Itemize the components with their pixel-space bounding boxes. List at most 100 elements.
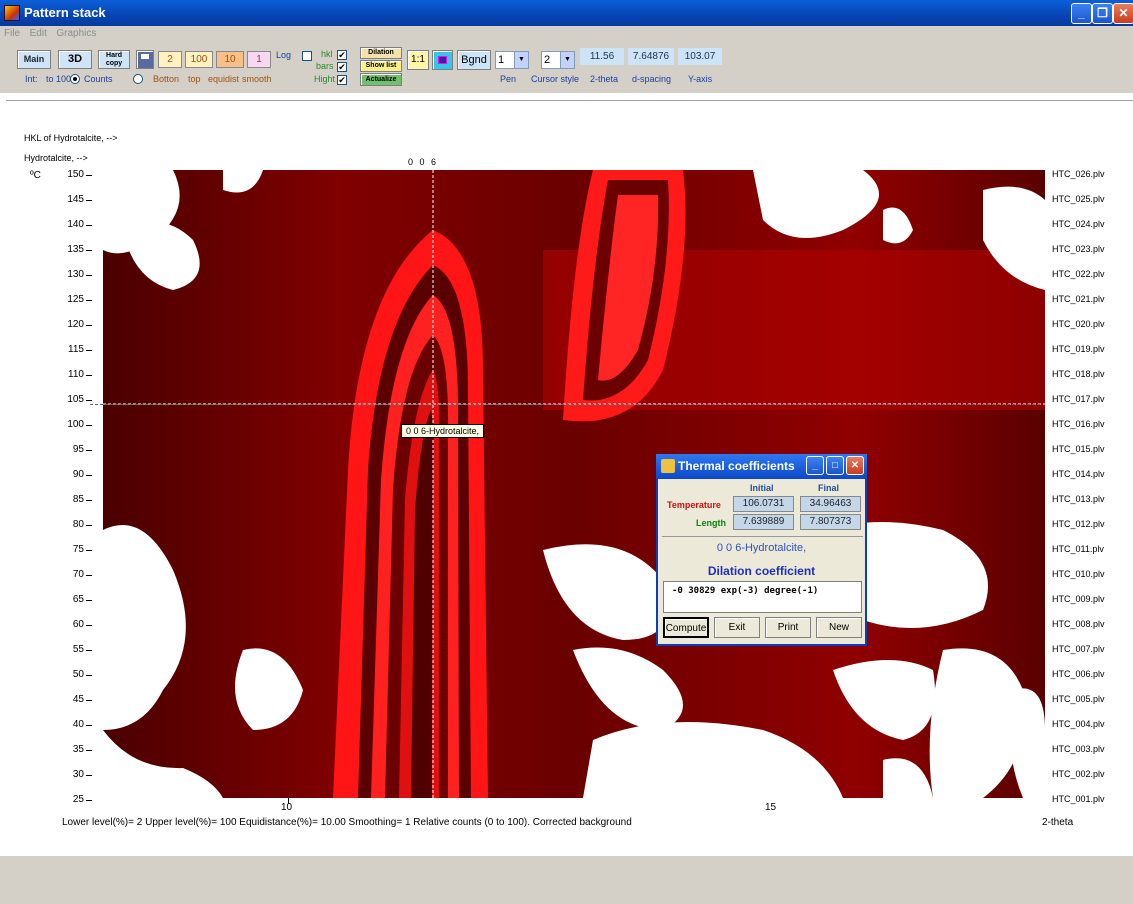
y-tick-line [86,450,92,451]
menu-edit[interactable]: Edit [26,26,50,39]
readout-dspacing: 7.64876 [628,48,674,65]
bgnd-button[interactable]: Bgnd [457,50,491,70]
length-final[interactable]: 7.807373 [800,514,861,530]
menu-file[interactable]: File [0,26,23,39]
divider [6,100,1133,101]
equidistance-field[interactable]: 10 [216,51,244,68]
minimize-button[interactable]: _ [1071,3,1092,24]
showlist-button[interactable]: Show list [360,60,402,72]
file-label[interactable]: HTC_022.plv [1052,269,1105,279]
new-button[interactable]: New [816,617,862,638]
file-label[interactable]: HTC_026.plv [1052,169,1105,179]
hkl-checkbox[interactable]: ✔ [337,50,347,60]
file-label[interactable]: HTC_010.plv [1052,569,1105,579]
bars-checkbox[interactable]: ✔ [337,62,347,72]
file-label[interactable]: HTC_005.plv [1052,694,1105,704]
file-label[interactable]: HTC_020.plv [1052,319,1105,329]
menu-graphics[interactable]: Graphics [52,26,99,39]
file-label[interactable]: HTC_019.plv [1052,344,1105,354]
main-button[interactable]: Main [17,50,51,69]
cursor-select-value: 2 [544,54,551,66]
file-label[interactable]: HTC_015.plv [1052,444,1105,454]
dilation-button[interactable]: Dilation [360,47,402,59]
file-label[interactable]: HTC_009.plv [1052,594,1105,604]
label-2theta: 2-theta [590,74,619,84]
hardcopy-button[interactable]: Hard copy [98,50,130,69]
length-initial[interactable]: 7.639889 [733,514,794,530]
chevron-down-icon: ▼ [514,52,528,68]
3d-button[interactable]: 3D [58,50,92,69]
y-tick-label: 30 [72,769,84,780]
final-header: Final [818,483,840,493]
ratio-button[interactable]: 1:1 [407,50,429,70]
file-label[interactable]: HTC_013.plv [1052,494,1105,504]
window-title: Pattern stack [24,5,106,20]
print-button[interactable]: Print [765,617,811,638]
file-label[interactable]: HTC_001.plv [1052,794,1105,804]
menu-bar: File Edit Graphics [0,26,1133,43]
reflection-label: 0 0 6-Hydrotalcite, [716,542,807,554]
color-button[interactable] [432,50,453,70]
y-tick-line [86,500,92,501]
y-tick-line [86,550,92,551]
y-tick-label: 55 [72,644,84,655]
file-label[interactable]: HTC_008.plv [1052,619,1105,629]
lower-level-field[interactable]: 2 [158,51,182,68]
actualize-button[interactable]: Actualize [360,73,402,86]
to100-label: to 100 [46,74,72,84]
dialog-maximize-button[interactable]: □ [826,456,844,475]
y-tick-line [86,350,92,351]
chevron-down-icon: ▼ [560,52,574,68]
coef-value[interactable]: -0 30829 exp(-3) degree(-1) [663,581,862,613]
file-label[interactable]: HTC_006.plv [1052,669,1105,679]
temp-final[interactable]: 34.96463 [800,496,861,512]
phase-header: Hydrotalcite, --> [24,153,88,163]
file-label[interactable]: HTC_014.plv [1052,469,1105,479]
file-label[interactable]: HTC_002.plv [1052,769,1105,779]
counts-radio[interactable] [70,74,80,84]
save-icon[interactable] [136,50,154,69]
close-button[interactable]: ✕ [1113,3,1133,24]
contour-heatmap[interactable] [103,170,1045,798]
file-label[interactable]: HTC_023.plv [1052,244,1105,254]
y-tick-label: 115 [68,344,84,355]
file-label[interactable]: HTC_016.plv [1052,419,1105,429]
file-label[interactable]: HTC_007.plv [1052,644,1105,654]
dialog-icon [661,459,675,473]
temp-initial[interactable]: 106.0731 [733,496,794,512]
y-tick-label: 110 [68,369,84,380]
compute-button[interactable]: Compute [663,617,709,638]
length-label: Length [696,518,726,528]
bottom-label: Botton [153,74,180,84]
y-tick-line [86,625,92,626]
y-tick-label: 140 [67,219,84,230]
log-checkbox[interactable] [302,51,312,61]
cursor-style-select[interactable]: 2 ▼ [541,51,575,69]
file-label[interactable]: HTC_024.plv [1052,219,1105,229]
app-window: Pattern stack _ ❐ ✕ File Edit Graphics M… [0,0,1133,904]
pen-select[interactable]: 1 ▼ [495,51,529,69]
file-label[interactable]: HTC_025.plv [1052,194,1105,204]
file-label[interactable]: HTC_021.plv [1052,294,1105,304]
file-label[interactable]: HTC_003.plv [1052,744,1105,754]
initial-header: Initial [750,483,774,493]
dialog-minimize-button[interactable]: _ [806,456,824,475]
dialog-close-button[interactable]: ✕ [846,456,864,475]
file-label[interactable]: HTC_017.plv [1052,394,1105,404]
relative-radio[interactable] [133,74,143,84]
restore-button[interactable]: ❐ [1092,3,1113,24]
y-tick-label: 50 [72,669,84,680]
file-label[interactable]: HTC_011.plv [1052,544,1104,554]
bars-label: bars [316,61,334,71]
label-dspacing: d-spacing [632,74,672,84]
upper-level-field[interactable]: 100 [185,51,213,68]
file-label[interactable]: HTC_004.plv [1052,719,1105,729]
file-label[interactable]: HTC_018.plv [1052,369,1105,379]
cursor-style-label: Cursor style [531,74,580,84]
cursor-guide [90,404,1040,405]
hight-checkbox[interactable]: ✔ [337,75,347,85]
file-label[interactable]: HTC_012.plv [1052,519,1105,529]
dialog-title-bar: Thermal coefficients _ □ ✕ [656,454,867,479]
smoothing-field[interactable]: 1 [247,51,271,68]
exit-button[interactable]: Exit [714,617,760,638]
